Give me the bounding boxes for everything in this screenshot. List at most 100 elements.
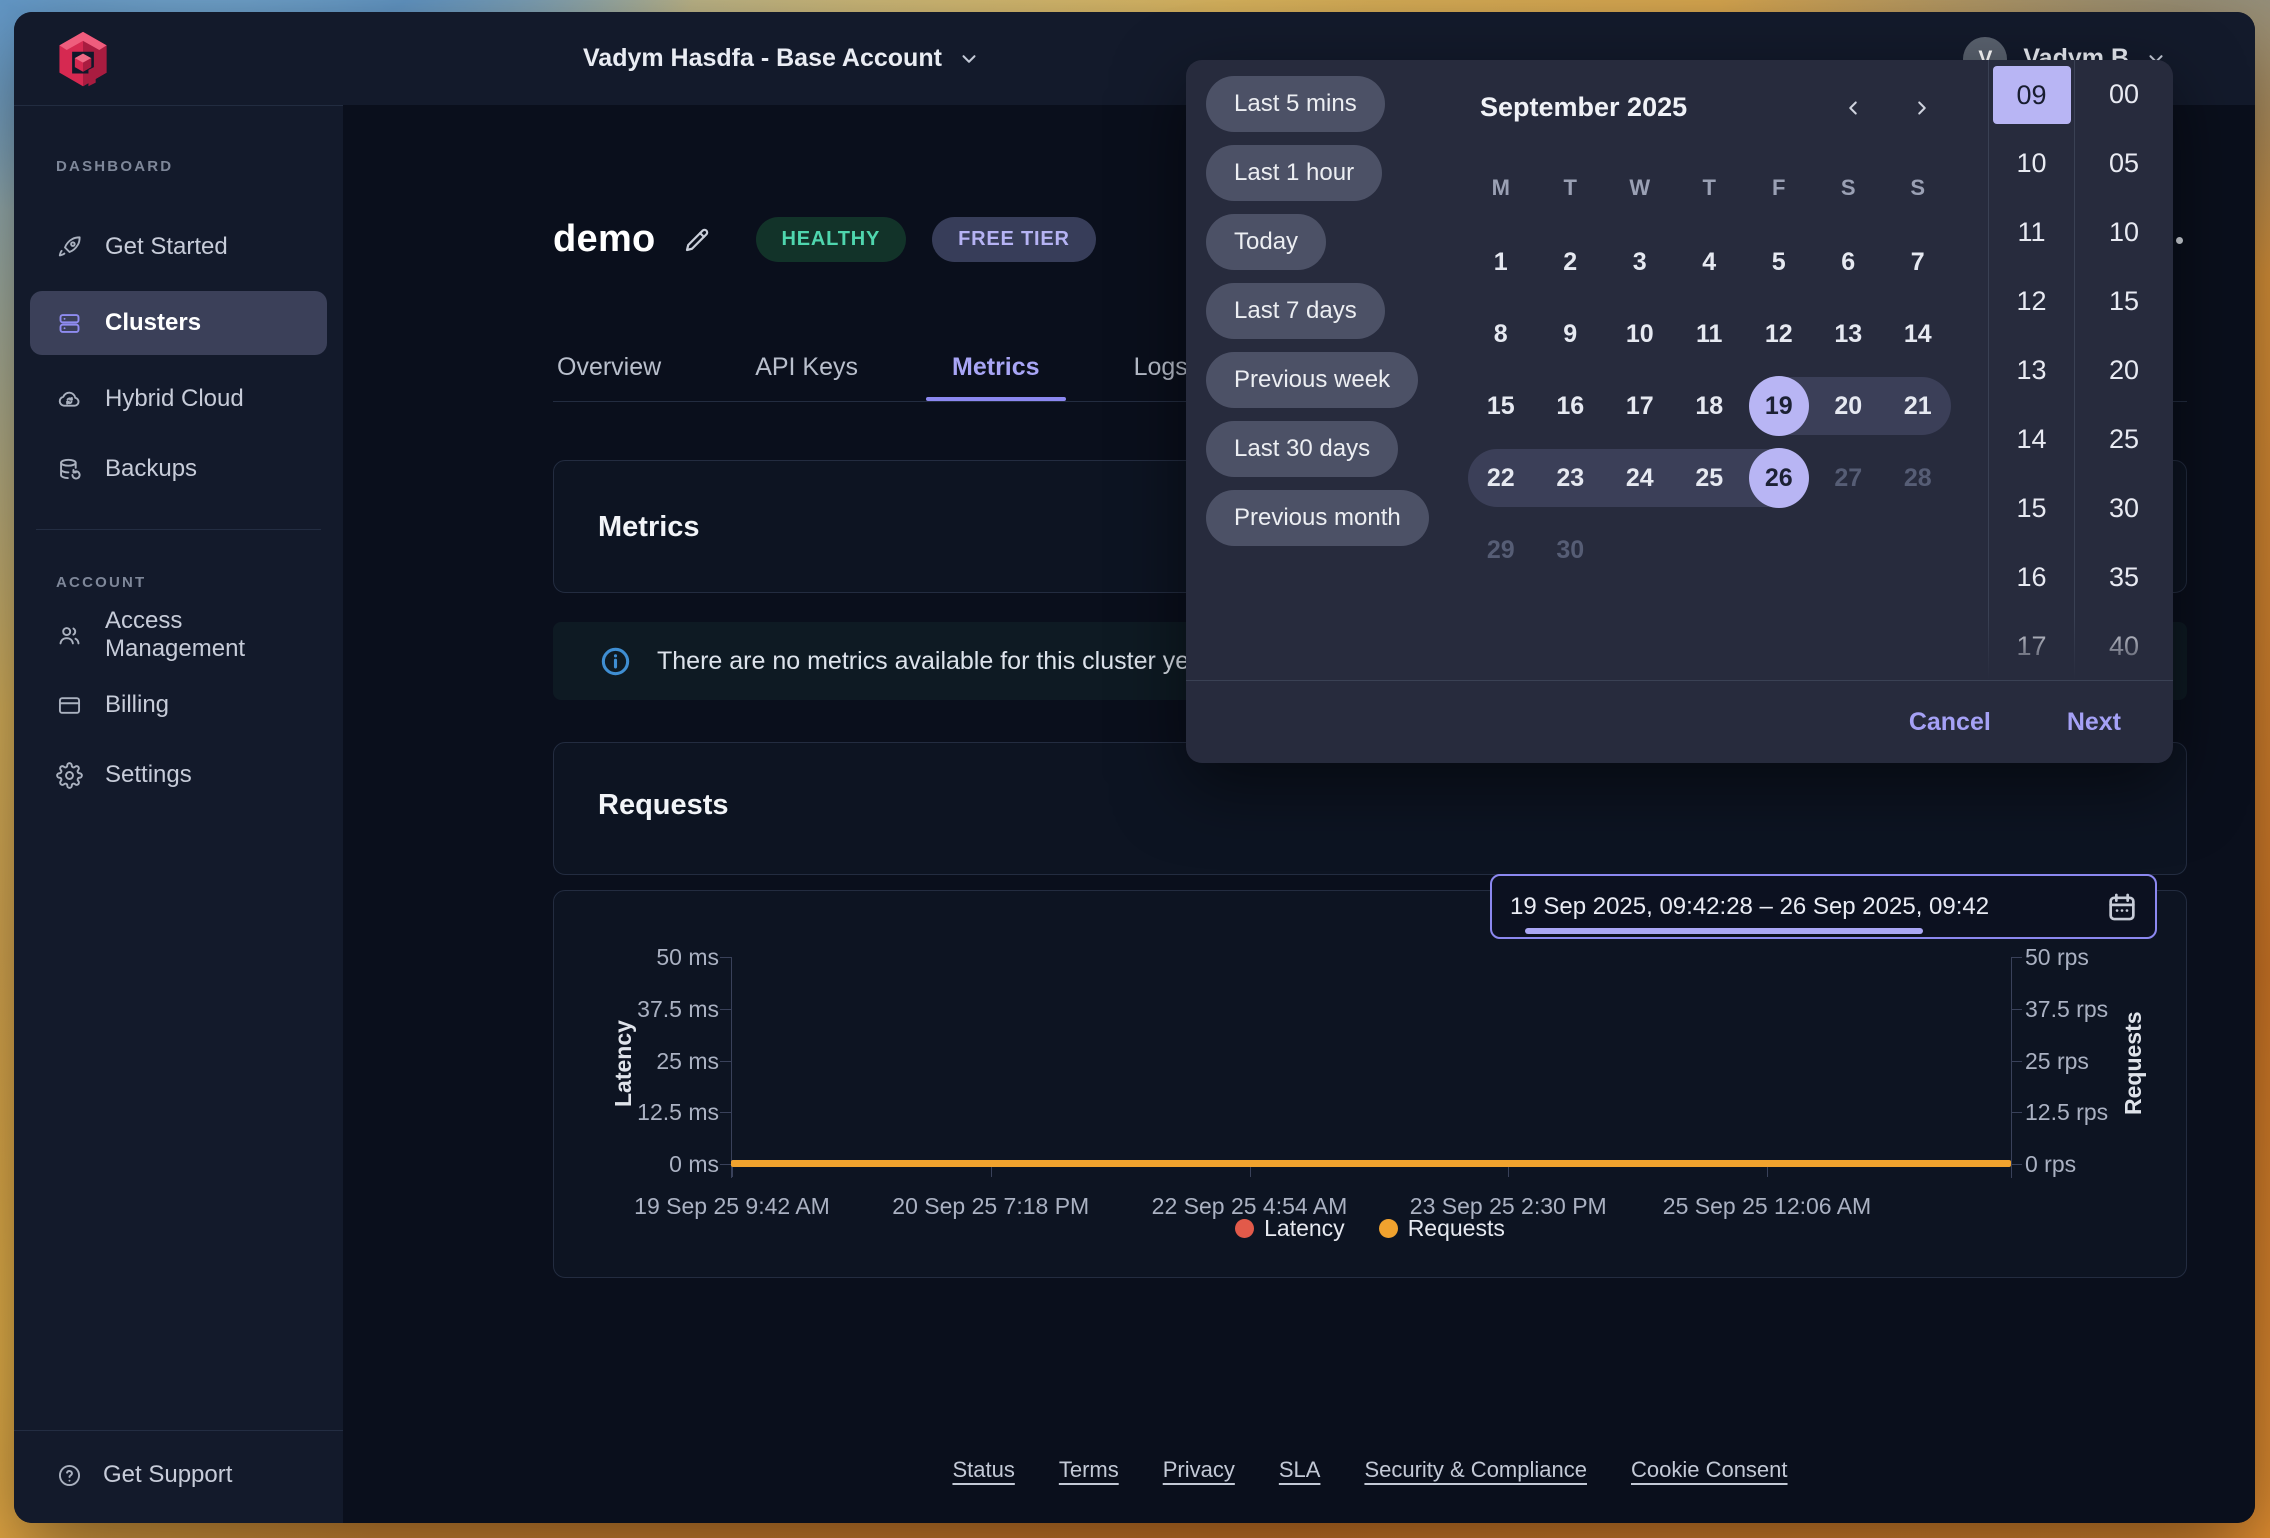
metrics-panel-title: Metrics [598, 511, 700, 544]
calendar-day-9[interactable]: 9 [1536, 298, 1606, 370]
more-menu-icon[interactable] [2176, 237, 2183, 244]
quick-range-last-7-days[interactable]: Last 7 days [1206, 283, 1385, 339]
minute-option-35[interactable]: 35 [2076, 543, 2172, 612]
calendar-day-3[interactable]: 3 [1605, 226, 1675, 298]
calendar-day-21[interactable]: 21 [1883, 370, 1953, 442]
day-number: 6 [1841, 248, 1855, 277]
calendar-day-15[interactable]: 15 [1466, 370, 1536, 442]
calendar-day-23[interactable]: 23 [1536, 442, 1606, 514]
legend-item-requests[interactable]: Requests [1379, 1215, 1505, 1242]
weekday-label: T [1675, 164, 1745, 212]
minute-option-20[interactable]: 20 [2076, 336, 2172, 405]
sidebar-item-get-started[interactable]: Get Started [30, 221, 327, 273]
calendar-day-7[interactable]: 7 [1883, 226, 1953, 298]
qdrant-logo-icon[interactable] [54, 30, 112, 88]
quick-range-previous-week[interactable]: Previous week [1206, 352, 1418, 408]
sidebar-header-divider [14, 105, 343, 106]
calendar-icon[interactable] [2105, 890, 2139, 924]
footer-link-sla[interactable]: SLA [1279, 1457, 1321, 1483]
calendar-prev-button[interactable] [1831, 86, 1875, 130]
calendar-day-4[interactable]: 4 [1675, 226, 1745, 298]
quick-range-last-30-days[interactable]: Last 30 days [1206, 421, 1398, 477]
hour-option-12[interactable]: 12 [1990, 267, 2073, 336]
calendar-next-button[interactable] [1900, 86, 1944, 130]
hour-option-15[interactable]: 15 [1990, 474, 2073, 543]
tab-logs[interactable]: Logs [1130, 333, 1192, 401]
calendar-day-26[interactable]: 26 [1744, 442, 1814, 514]
calendar-day-20[interactable]: 20 [1814, 370, 1884, 442]
tab-api-keys[interactable]: API Keys [751, 333, 862, 401]
calendar-day-27: 27 [1814, 442, 1884, 514]
sidebar-item-access-management[interactable]: Access Management [30, 609, 327, 661]
account-switcher[interactable]: Vadym Hasdfa - Base Account [583, 12, 980, 105]
minute-option-05[interactable]: 05 [2076, 129, 2172, 198]
calendar-day-19[interactable]: 19 [1744, 370, 1814, 442]
minute-option-40[interactable]: 40 [2076, 612, 2172, 680]
minute-option-10[interactable]: 10 [2076, 198, 2172, 267]
hour-option-13[interactable]: 13 [1990, 336, 2073, 405]
calendar-day-22[interactable]: 22 [1466, 442, 1536, 514]
quick-range-previous-month[interactable]: Previous month [1206, 490, 1429, 546]
calendar-day-13[interactable]: 13 [1814, 298, 1884, 370]
calendar-day-12[interactable]: 12 [1744, 298, 1814, 370]
minute-option-00[interactable]: 00 [2076, 60, 2172, 129]
cancel-button[interactable]: Cancel [1903, 707, 1997, 738]
date-range-input[interactable]: 19 Sep 2025, 09:42:28 – 26 Sep 2025, 09:… [1490, 874, 2157, 939]
gear-icon [56, 762, 83, 789]
day-number: 1 [1494, 248, 1508, 277]
footer-link-privacy[interactable]: Privacy [1163, 1457, 1235, 1483]
hour-option-14[interactable]: 14 [1990, 405, 2073, 474]
hour-option-09[interactable]: 09 [1993, 66, 2071, 124]
sidebar-item-clusters[interactable]: Clusters [30, 291, 327, 355]
calendar-day-10[interactable]: 10 [1605, 298, 1675, 370]
sidebar-item-label: Settings [105, 761, 192, 789]
sidebar-item-hybrid-cloud[interactable]: Hybrid Cloud [30, 373, 327, 425]
footer-link-security-compliance[interactable]: Security & Compliance [1364, 1457, 1587, 1483]
calendar-day-24[interactable]: 24 [1605, 442, 1675, 514]
quick-range-today[interactable]: Today [1206, 214, 1326, 270]
left-axis-tick [720, 1009, 731, 1010]
sidebar-item-settings[interactable]: Settings [30, 749, 327, 801]
calendar-day-25[interactable]: 25 [1675, 442, 1745, 514]
quick-range-last-5-mins[interactable]: Last 5 mins [1206, 76, 1385, 132]
left-axis-tick [720, 957, 731, 958]
calendar-day-11[interactable]: 11 [1675, 298, 1745, 370]
footer-link-cookie-consent[interactable]: Cookie Consent [1631, 1457, 1788, 1483]
sidebar-item-billing[interactable]: Billing [30, 679, 327, 731]
tab-overview[interactable]: Overview [553, 333, 665, 401]
day-number: 14 [1904, 320, 1932, 349]
weekday-label: S [1814, 164, 1884, 212]
day-number: 30 [1556, 536, 1584, 565]
tab-metrics[interactable]: Metrics [948, 333, 1044, 401]
calendar-day-8[interactable]: 8 [1466, 298, 1536, 370]
day-number: 18 [1695, 392, 1723, 421]
calendar-day-18[interactable]: 18 [1675, 370, 1745, 442]
users-icon [56, 622, 83, 649]
chevron-left-icon [1842, 97, 1864, 119]
right-axis-tick-label: 50 rps [2025, 942, 2165, 972]
hour-option-11[interactable]: 11 [1990, 198, 2073, 267]
quick-range-last-1-hour[interactable]: Last 1 hour [1206, 145, 1382, 201]
calendar-day-1[interactable]: 1 [1466, 226, 1536, 298]
minute-option-15[interactable]: 15 [2076, 267, 2172, 336]
hour-option-17[interactable]: 17 [1990, 612, 2073, 680]
footer-link-terms[interactable]: Terms [1059, 1457, 1119, 1483]
sidebar-item-get-support[interactable]: Get Support [14, 1431, 343, 1523]
calendar-day-16[interactable]: 16 [1536, 370, 1606, 442]
footer-link-status[interactable]: Status [952, 1457, 1014, 1483]
minute-option-25[interactable]: 25 [2076, 405, 2172, 474]
calendar-day-5[interactable]: 5 [1744, 226, 1814, 298]
calendar-day-2[interactable]: 2 [1536, 226, 1606, 298]
calendar-day-6[interactable]: 6 [1814, 226, 1884, 298]
legend-item-latency[interactable]: Latency [1235, 1215, 1345, 1242]
edit-pencil-icon[interactable] [682, 225, 712, 255]
minute-option-30[interactable]: 30 [2076, 474, 2172, 543]
calendar-day-14[interactable]: 14 [1883, 298, 1953, 370]
hour-option-10[interactable]: 10 [1990, 129, 2073, 198]
hour-option-16[interactable]: 16 [1990, 543, 2073, 612]
sidebar: DASHBOARDGet StartedClustersHybrid Cloud… [14, 12, 344, 1523]
next-button[interactable]: Next [2061, 707, 2127, 738]
calendar-day-17[interactable]: 17 [1605, 370, 1675, 442]
sidebar-item-backups[interactable]: Backups [30, 443, 327, 495]
sidebar-bottom: Get Support [14, 1430, 343, 1523]
